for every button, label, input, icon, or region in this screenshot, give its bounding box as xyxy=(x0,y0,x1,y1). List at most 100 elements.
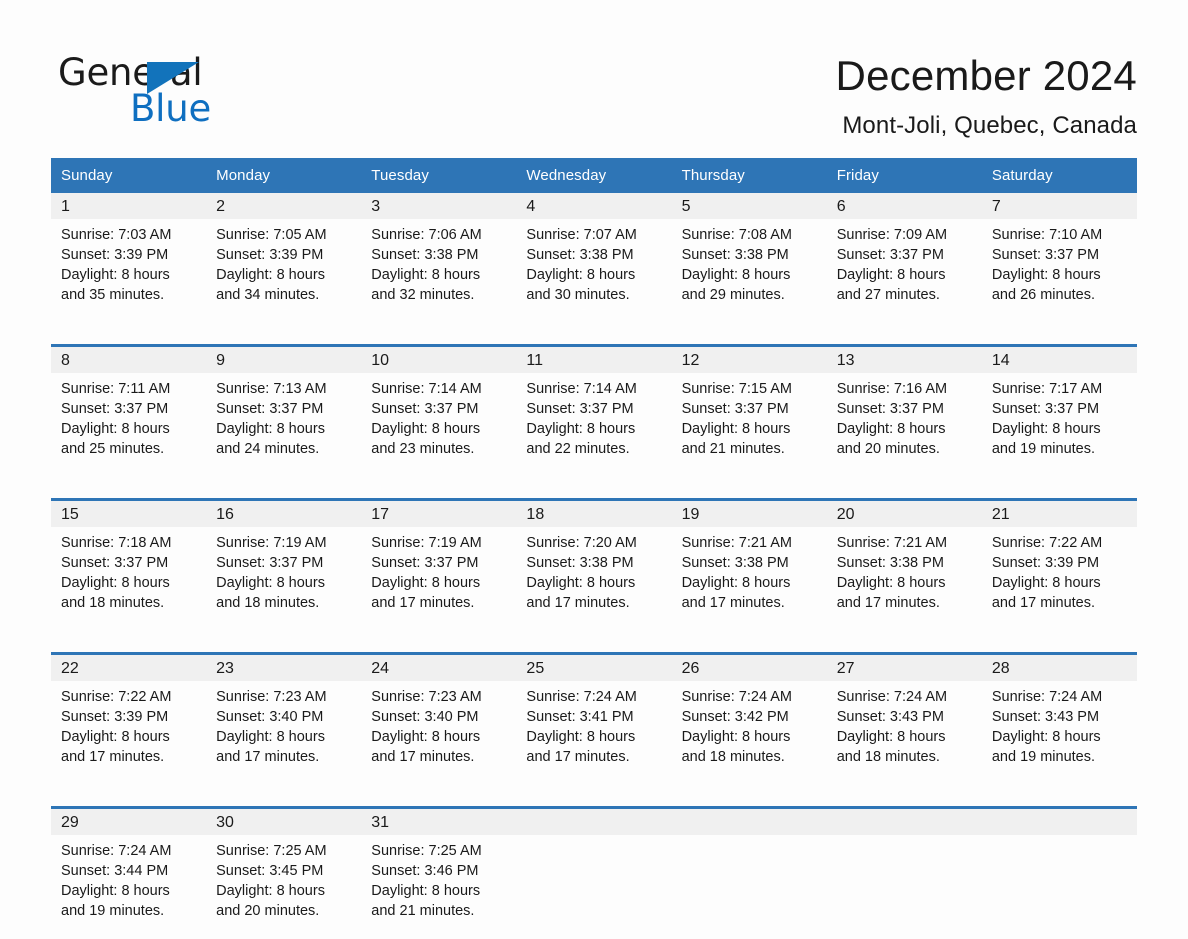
calendar-day-cell[interactable]: 29Sunrise: 7:24 AMSunset: 3:44 PMDayligh… xyxy=(51,808,206,939)
calendar-day-cell[interactable]: 22Sunrise: 7:22 AMSunset: 3:39 PMDayligh… xyxy=(51,654,206,786)
calendar-day-cell[interactable]: 30Sunrise: 7:25 AMSunset: 3:45 PMDayligh… xyxy=(206,808,361,939)
calendar-day-cell[interactable]: 16Sunrise: 7:19 AMSunset: 3:37 PMDayligh… xyxy=(206,500,361,632)
weekday-header-tuesday: Tuesday xyxy=(361,158,516,193)
calendar-day-cell[interactable]: 13Sunrise: 7:16 AMSunset: 3:37 PMDayligh… xyxy=(827,346,982,478)
sunset-text: Sunset: 3:37 PM xyxy=(216,399,361,419)
calendar-day-cell[interactable]: 1Sunrise: 7:03 AMSunset: 3:39 PMDaylight… xyxy=(51,193,206,323)
calendar-day-cell[interactable]: 4Sunrise: 7:07 AMSunset: 3:38 PMDaylight… xyxy=(516,193,671,323)
calendar-day-cell[interactable]: 27Sunrise: 7:24 AMSunset: 3:43 PMDayligh… xyxy=(827,654,982,786)
sunrise-text: Sunrise: 7:24 AM xyxy=(992,687,1137,707)
day-details: Sunrise: 7:22 AMSunset: 3:39 PMDaylight:… xyxy=(982,527,1137,613)
daylight-text-line1: Daylight: 8 hours xyxy=(682,265,827,285)
sunset-text: Sunset: 3:46 PM xyxy=(371,861,516,881)
day-number: 13 xyxy=(827,347,982,373)
calendar-day-cell[interactable]: 3Sunrise: 7:06 AMSunset: 3:38 PMDaylight… xyxy=(361,193,516,323)
day-details: Sunrise: 7:07 AMSunset: 3:38 PMDaylight:… xyxy=(516,219,671,305)
sunset-text: Sunset: 3:37 PM xyxy=(837,399,982,419)
sunrise-text: Sunrise: 7:11 AM xyxy=(61,379,206,399)
day-number: 20 xyxy=(827,501,982,527)
daylight-text-line1: Daylight: 8 hours xyxy=(371,265,516,285)
daylight-text-line1: Daylight: 8 hours xyxy=(61,727,206,747)
day-number xyxy=(982,809,1137,835)
day-details: Sunrise: 7:09 AMSunset: 3:37 PMDaylight:… xyxy=(827,219,982,305)
calendar-day-cell[interactable]: 20Sunrise: 7:21 AMSunset: 3:38 PMDayligh… xyxy=(827,500,982,632)
sunset-text: Sunset: 3:37 PM xyxy=(216,553,361,573)
calendar-cell-inner: 27Sunrise: 7:24 AMSunset: 3:43 PMDayligh… xyxy=(827,655,982,785)
calendar-day-cell[interactable]: 17Sunrise: 7:19 AMSunset: 3:37 PMDayligh… xyxy=(361,500,516,632)
sunrise-text: Sunrise: 7:16 AM xyxy=(837,379,982,399)
calendar-day-cell[interactable]: 14Sunrise: 7:17 AMSunset: 3:37 PMDayligh… xyxy=(982,346,1137,478)
sunrise-text: Sunrise: 7:03 AM xyxy=(61,225,206,245)
daylight-text-line1: Daylight: 8 hours xyxy=(992,573,1137,593)
calendar-day-cell[interactable]: 8Sunrise: 7:11 AMSunset: 3:37 PMDaylight… xyxy=(51,346,206,478)
sunrise-text: Sunrise: 7:24 AM xyxy=(526,687,671,707)
calendar-cell-inner: 9Sunrise: 7:13 AMSunset: 3:37 PMDaylight… xyxy=(206,347,361,477)
sunrise-text: Sunrise: 7:13 AM xyxy=(216,379,361,399)
day-number: 4 xyxy=(516,193,671,219)
calendar-cell-empty xyxy=(827,808,982,939)
sunset-text: Sunset: 3:39 PM xyxy=(61,245,206,265)
daylight-text-line1: Daylight: 8 hours xyxy=(682,727,827,747)
daylight-text-line1: Daylight: 8 hours xyxy=(992,265,1137,285)
sunrise-text: Sunrise: 7:18 AM xyxy=(61,533,206,553)
calendar-cell-inner: 21Sunrise: 7:22 AMSunset: 3:39 PMDayligh… xyxy=(982,501,1137,631)
weekday-header-monday: Monday xyxy=(206,158,361,193)
calendar-day-cell[interactable]: 11Sunrise: 7:14 AMSunset: 3:37 PMDayligh… xyxy=(516,346,671,478)
day-number: 5 xyxy=(672,193,827,219)
sunset-text: Sunset: 3:40 PM xyxy=(216,707,361,727)
daylight-text-line2: and 34 minutes. xyxy=(216,285,361,305)
calendar-day-cell[interactable]: 21Sunrise: 7:22 AMSunset: 3:39 PMDayligh… xyxy=(982,500,1137,632)
daylight-text-line2: and 35 minutes. xyxy=(61,285,206,305)
calendar-row-spacer xyxy=(51,785,1137,808)
day-number: 15 xyxy=(51,501,206,527)
day-number: 26 xyxy=(672,655,827,681)
daylight-text-line1: Daylight: 8 hours xyxy=(216,881,361,901)
daylight-text-line2: and 29 minutes. xyxy=(682,285,827,305)
calendar-cell-inner: 23Sunrise: 7:23 AMSunset: 3:40 PMDayligh… xyxy=(206,655,361,785)
day-details: Sunrise: 7:21 AMSunset: 3:38 PMDaylight:… xyxy=(672,527,827,613)
sunset-text: Sunset: 3:38 PM xyxy=(682,553,827,573)
sunset-text: Sunset: 3:37 PM xyxy=(837,245,982,265)
calendar-day-cell[interactable]: 6Sunrise: 7:09 AMSunset: 3:37 PMDaylight… xyxy=(827,193,982,323)
calendar-header-row-group: Sunday Monday Tuesday Wednesday Thursday… xyxy=(51,158,1137,193)
calendar-day-cell[interactable]: 7Sunrise: 7:10 AMSunset: 3:37 PMDaylight… xyxy=(982,193,1137,323)
daylight-text-line2: and 27 minutes. xyxy=(837,285,982,305)
calendar-day-cell[interactable]: 9Sunrise: 7:13 AMSunset: 3:37 PMDaylight… xyxy=(206,346,361,478)
calendar-cell-inner: 8Sunrise: 7:11 AMSunset: 3:37 PMDaylight… xyxy=(51,347,206,477)
calendar-day-cell[interactable]: 18Sunrise: 7:20 AMSunset: 3:38 PMDayligh… xyxy=(516,500,671,632)
sunset-text: Sunset: 3:40 PM xyxy=(371,707,516,727)
calendar-row-spacer-cell xyxy=(51,785,1137,808)
calendar-day-cell[interactable]: 10Sunrise: 7:14 AMSunset: 3:37 PMDayligh… xyxy=(361,346,516,478)
day-number: 19 xyxy=(672,501,827,527)
calendar-day-cell[interactable]: 25Sunrise: 7:24 AMSunset: 3:41 PMDayligh… xyxy=(516,654,671,786)
calendar-day-cell[interactable]: 31Sunrise: 7:25 AMSunset: 3:46 PMDayligh… xyxy=(361,808,516,939)
daylight-text-line1: Daylight: 8 hours xyxy=(837,265,982,285)
calendar-day-cell[interactable]: 28Sunrise: 7:24 AMSunset: 3:43 PMDayligh… xyxy=(982,654,1137,786)
daylight-text-line1: Daylight: 8 hours xyxy=(992,419,1137,439)
calendar-day-cell[interactable]: 2Sunrise: 7:05 AMSunset: 3:39 PMDaylight… xyxy=(206,193,361,323)
day-details: Sunrise: 7:25 AMSunset: 3:46 PMDaylight:… xyxy=(361,835,516,921)
calendar-day-cell[interactable]: 24Sunrise: 7:23 AMSunset: 3:40 PMDayligh… xyxy=(361,654,516,786)
daylight-text-line2: and 21 minutes. xyxy=(682,439,827,459)
calendar-day-cell[interactable]: 23Sunrise: 7:23 AMSunset: 3:40 PMDayligh… xyxy=(206,654,361,786)
sunrise-text: Sunrise: 7:14 AM xyxy=(526,379,671,399)
sunrise-text: Sunrise: 7:19 AM xyxy=(216,533,361,553)
sunrise-text: Sunrise: 7:21 AM xyxy=(837,533,982,553)
day-number: 3 xyxy=(361,193,516,219)
daylight-text-line2: and 32 minutes. xyxy=(371,285,516,305)
calendar-day-cell[interactable]: 19Sunrise: 7:21 AMSunset: 3:38 PMDayligh… xyxy=(672,500,827,632)
sunrise-text: Sunrise: 7:08 AM xyxy=(682,225,827,245)
day-details: Sunrise: 7:15 AMSunset: 3:37 PMDaylight:… xyxy=(672,373,827,459)
daylight-text-line2: and 18 minutes. xyxy=(837,747,982,767)
calendar-day-cell[interactable]: 12Sunrise: 7:15 AMSunset: 3:37 PMDayligh… xyxy=(672,346,827,478)
calendar-day-cell[interactable]: 5Sunrise: 7:08 AMSunset: 3:38 PMDaylight… xyxy=(672,193,827,323)
calendar-cell-inner: 13Sunrise: 7:16 AMSunset: 3:37 PMDayligh… xyxy=(827,347,982,477)
day-number: 31 xyxy=(361,809,516,835)
sunrise-text: Sunrise: 7:22 AM xyxy=(61,687,206,707)
sunrise-text: Sunrise: 7:24 AM xyxy=(837,687,982,707)
calendar-day-cell[interactable]: 26Sunrise: 7:24 AMSunset: 3:42 PMDayligh… xyxy=(672,654,827,786)
calendar-day-cell[interactable]: 15Sunrise: 7:18 AMSunset: 3:37 PMDayligh… xyxy=(51,500,206,632)
day-details: Sunrise: 7:17 AMSunset: 3:37 PMDaylight:… xyxy=(982,373,1137,459)
daylight-text-line2: and 17 minutes. xyxy=(61,747,206,767)
calendar-body: 1Sunrise: 7:03 AMSunset: 3:39 PMDaylight… xyxy=(51,193,1137,939)
